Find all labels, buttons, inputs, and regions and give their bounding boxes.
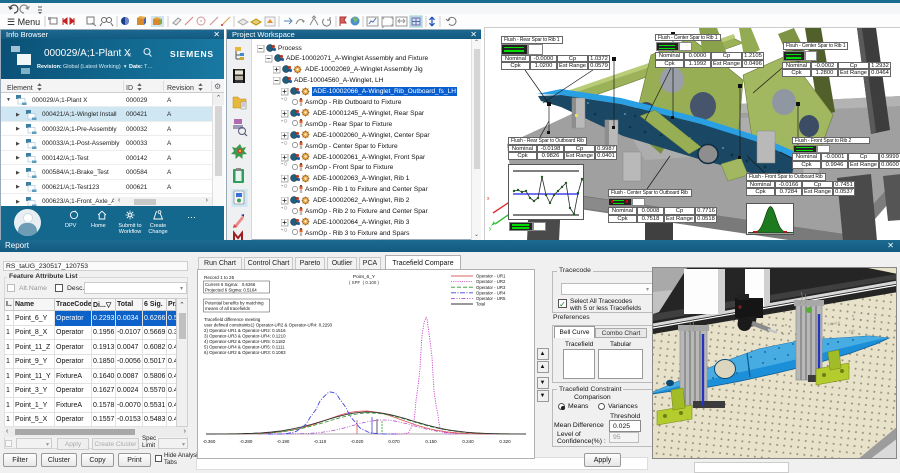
svg-text:x: x — [487, 196, 490, 202]
svg-text:y: y — [489, 226, 492, 232]
